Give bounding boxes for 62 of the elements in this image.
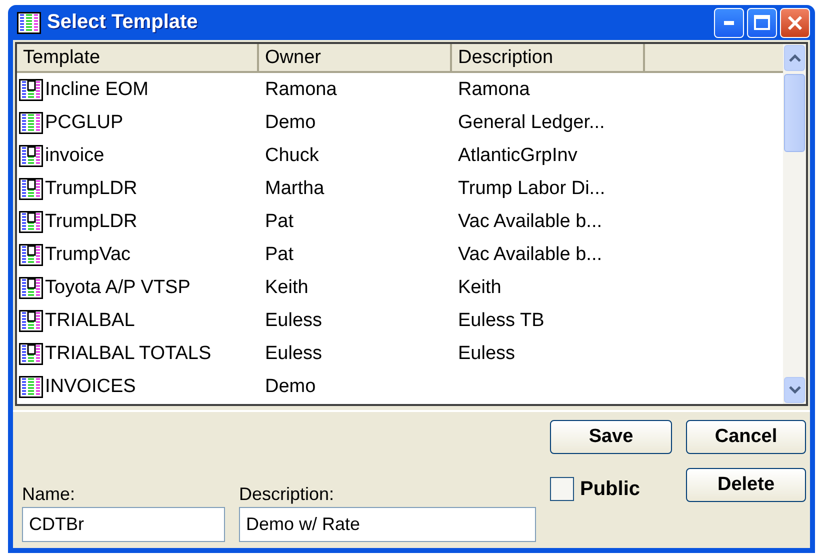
name-field[interactable]: CDTBr — [22, 507, 225, 542]
minimize-icon — [724, 20, 734, 24]
owner-cell: Demo — [265, 112, 316, 133]
column-header[interactable]: Description — [452, 44, 645, 71]
column-header[interactable]: Template — [17, 44, 259, 71]
cancel-button[interactable]: Cancel — [686, 420, 806, 454]
owner-cell: Pat — [265, 210, 294, 232]
owner-cell: Pat — [265, 244, 294, 266]
column-header[interactable]: Owner — [259, 44, 452, 71]
report-icon — [19, 78, 43, 101]
template-cell: Incline EOM — [45, 78, 148, 101]
public-checkbox[interactable] — [550, 477, 574, 501]
report-icon — [19, 343, 43, 366]
scroll-thumb[interactable] — [784, 74, 805, 152]
template-cell: INVOICES — [45, 376, 136, 398]
template-cell: invoice — [45, 144, 104, 167]
template-cell: TRIALBAL — [45, 310, 135, 332]
owner-cell: Keith — [265, 277, 308, 298]
template-list[interactable] — [15, 42, 808, 406]
template-cell: TrumpLDR — [45, 210, 138, 233]
owner-cell: Demo — [265, 376, 316, 398]
description-cell: AtlanticGrpInv — [458, 144, 578, 166]
close-button[interactable] — [780, 8, 810, 38]
owner-cell: Ramona — [265, 78, 337, 100]
description-cell: Ramona — [458, 78, 530, 100]
report-icon — [19, 144, 43, 167]
maximize-icon — [754, 15, 770, 30]
report-icon — [19, 310, 43, 332]
minimize-button[interactable] — [714, 8, 744, 38]
owner-cell: Martha — [265, 178, 324, 199]
owner-cell: Euless — [265, 343, 322, 364]
owner-cell: Euless — [265, 310, 322, 332]
description-cell: Trump Labor Di... — [458, 178, 606, 199]
description-cell: Vac Available b... — [458, 244, 602, 266]
save-button[interactable]: Save — [550, 420, 672, 454]
list-icon — [19, 112, 43, 134]
window-title: Select Template — [47, 11, 198, 34]
close-icon — [787, 14, 803, 30]
scrollbar[interactable] — [783, 44, 806, 404]
owner-cell: Chuck — [265, 144, 319, 166]
description-cell: Euless TB — [458, 310, 544, 332]
template-cell: TrumpLDR — [45, 178, 138, 200]
description-label: Description: — [239, 484, 336, 505]
report-icon — [19, 210, 43, 233]
public-label: Public — [580, 478, 640, 500]
report-icon — [19, 178, 43, 200]
description-cell: Euless — [458, 343, 516, 364]
report-icon — [19, 277, 43, 300]
list-icon — [19, 376, 43, 398]
delete-button[interactable]: Delete — [686, 468, 806, 502]
template-cell: TrumpVac — [45, 244, 131, 266]
list-icon — [17, 12, 41, 34]
description-cell: General Ledger... — [458, 112, 605, 133]
template-cell: TRIALBAL TOTALS — [45, 343, 212, 366]
description-cell: Keith — [458, 277, 502, 298]
template-cell: PCGLUP — [45, 112, 124, 134]
maximize-button[interactable] — [747, 8, 777, 38]
report-icon — [19, 244, 43, 266]
template-cell: Toyota A/P VTSP — [45, 277, 190, 300]
description-cell: Vac Available b... — [458, 210, 602, 232]
description-field[interactable]: Demo w/ Rate — [239, 507, 536, 542]
name-label: Name: — [22, 484, 76, 505]
